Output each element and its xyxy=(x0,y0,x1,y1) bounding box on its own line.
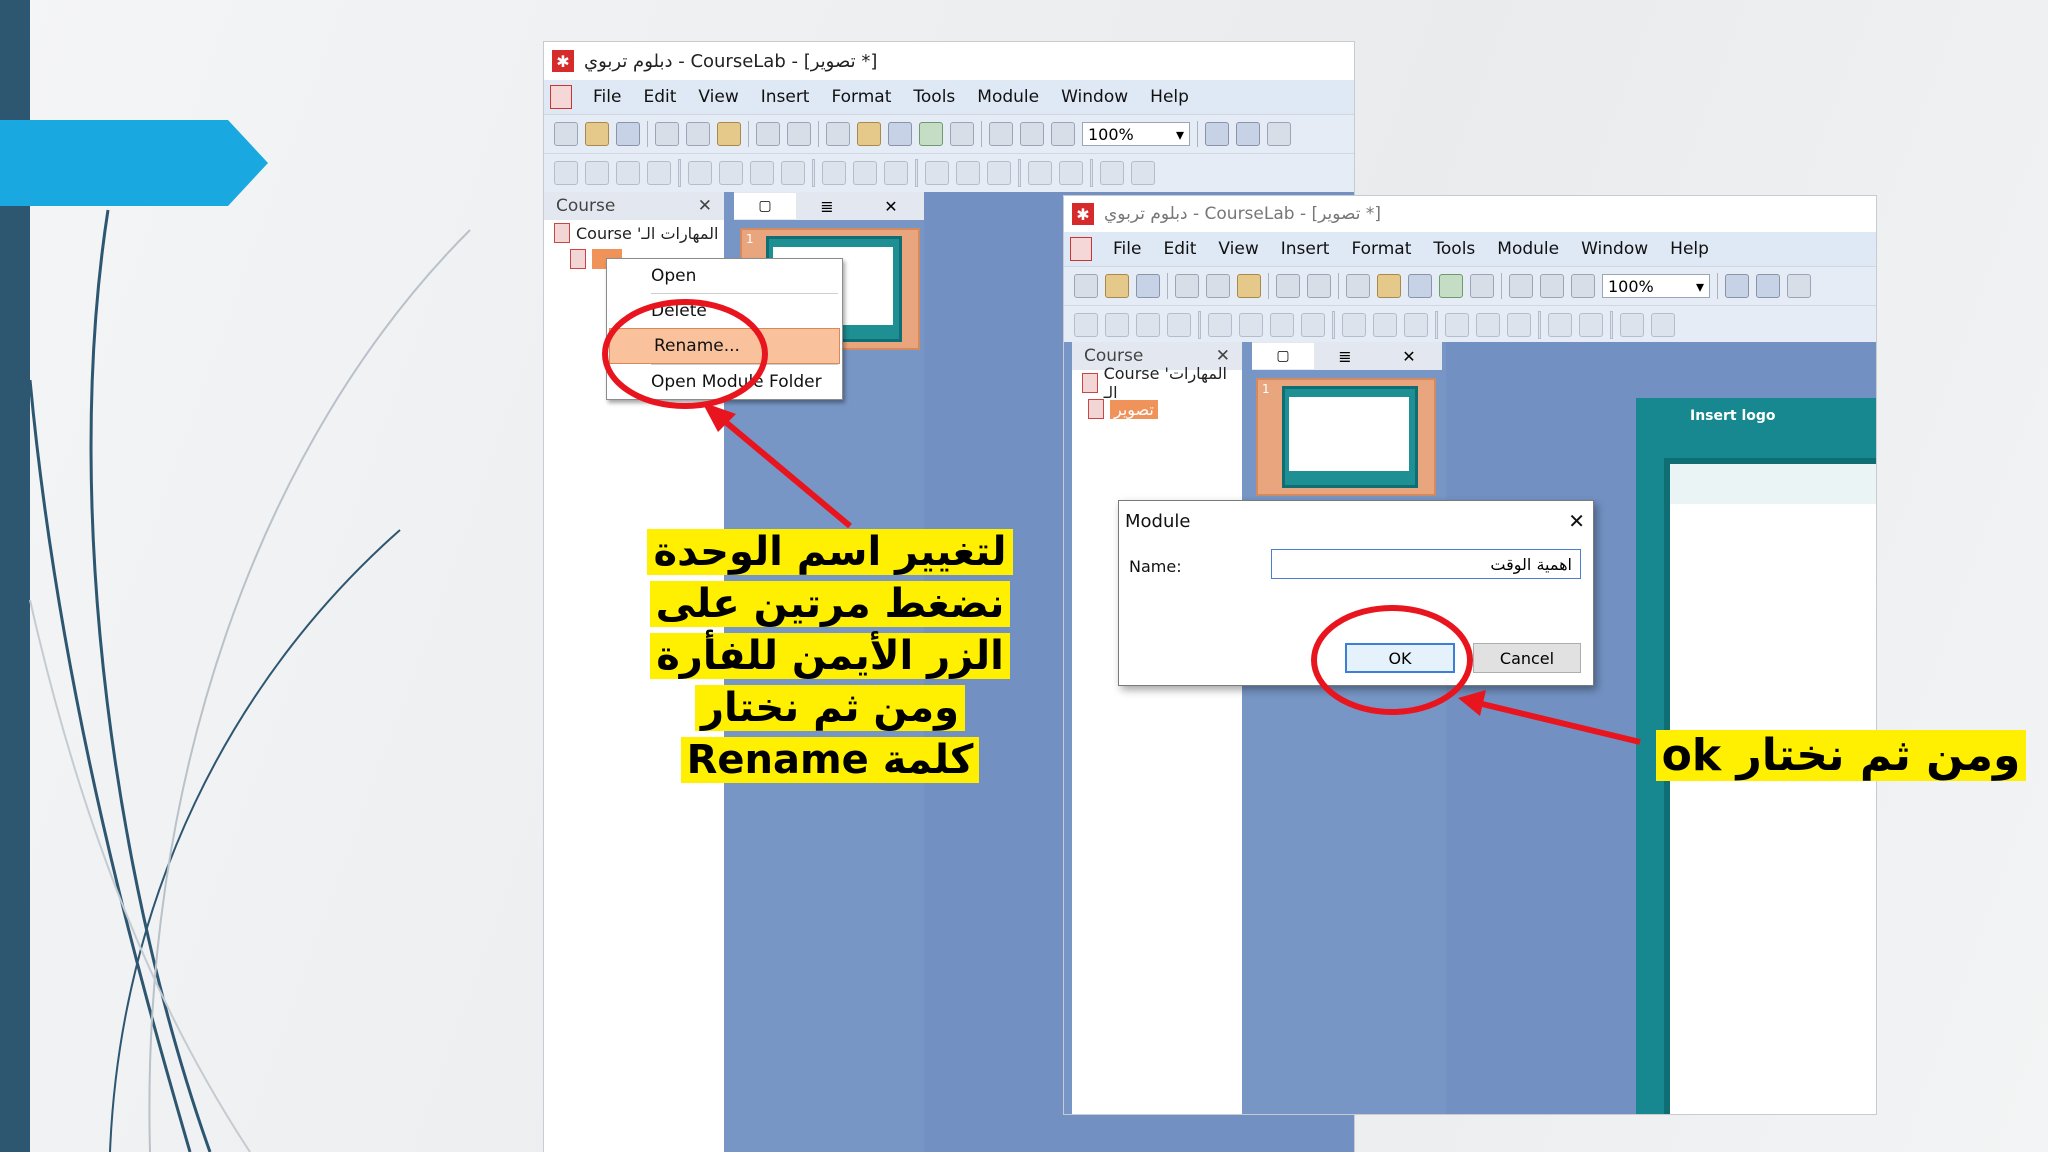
ok-instruction: ومن ثم نختار ok xyxy=(1648,730,2034,782)
instruction-line: نضغط مرتين على xyxy=(649,581,1011,627)
instruction-line: ومن ثم نختار xyxy=(694,685,966,731)
callout-overlay xyxy=(602,299,1641,745)
ok-highlight-circle xyxy=(1311,605,1473,715)
ok-arrowhead xyxy=(1458,690,1486,716)
ok-arrow xyxy=(1473,699,1641,745)
instruction-line: كلمة Rename xyxy=(680,737,980,783)
rename-instructions: لتغيير اسم الوحدة نضغط مرتين على الزر ال… xyxy=(640,526,1020,786)
instruction-line: لتغيير اسم الوحدة xyxy=(647,529,1013,575)
ok-instruction-text: ومن ثم نختار ok xyxy=(1655,730,2027,781)
instruction-line: الزر الأيمن للفأرة xyxy=(650,633,1010,679)
rename-highlight-circle xyxy=(602,299,768,409)
rename-arrow xyxy=(714,411,852,529)
